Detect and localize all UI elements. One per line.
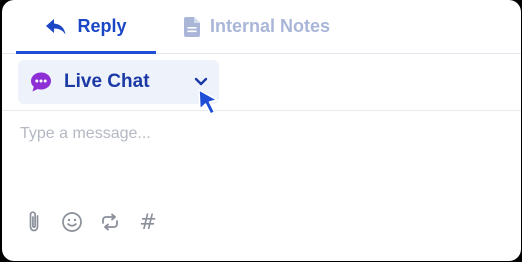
- composer-toolbar: #: [22, 208, 174, 236]
- reply-arrow-icon: [45, 18, 67, 36]
- channel-label: Live Chat: [64, 71, 150, 92]
- message-input[interactable]: [20, 120, 500, 148]
- chat-bubble-icon: [30, 71, 52, 93]
- attachment-icon[interactable]: [22, 210, 46, 234]
- reply-panel: Reply Internal Notes Live Chat Type a me…: [2, 0, 521, 261]
- channel-select[interactable]: Live Chat: [18, 60, 219, 104]
- chevron-down-icon[interactable]: [194, 76, 208, 88]
- tab-reply-label: Reply: [77, 16, 127, 36]
- tab-bar: Reply Internal Notes: [2, 0, 521, 54]
- hashtag-icon[interactable]: #: [136, 210, 160, 234]
- emoji-icon[interactable]: [60, 210, 84, 234]
- tab-internal-notes-label: Internal Notes: [210, 16, 331, 36]
- document-icon: [184, 16, 200, 37]
- channel-row: Live Chat: [2, 54, 521, 111]
- repeat-icon[interactable]: [98, 210, 122, 234]
- tab-internal-notes[interactable]: Internal Notes: [184, 0, 330, 53]
- tab-reply[interactable]: Reply: [16, 0, 156, 54]
